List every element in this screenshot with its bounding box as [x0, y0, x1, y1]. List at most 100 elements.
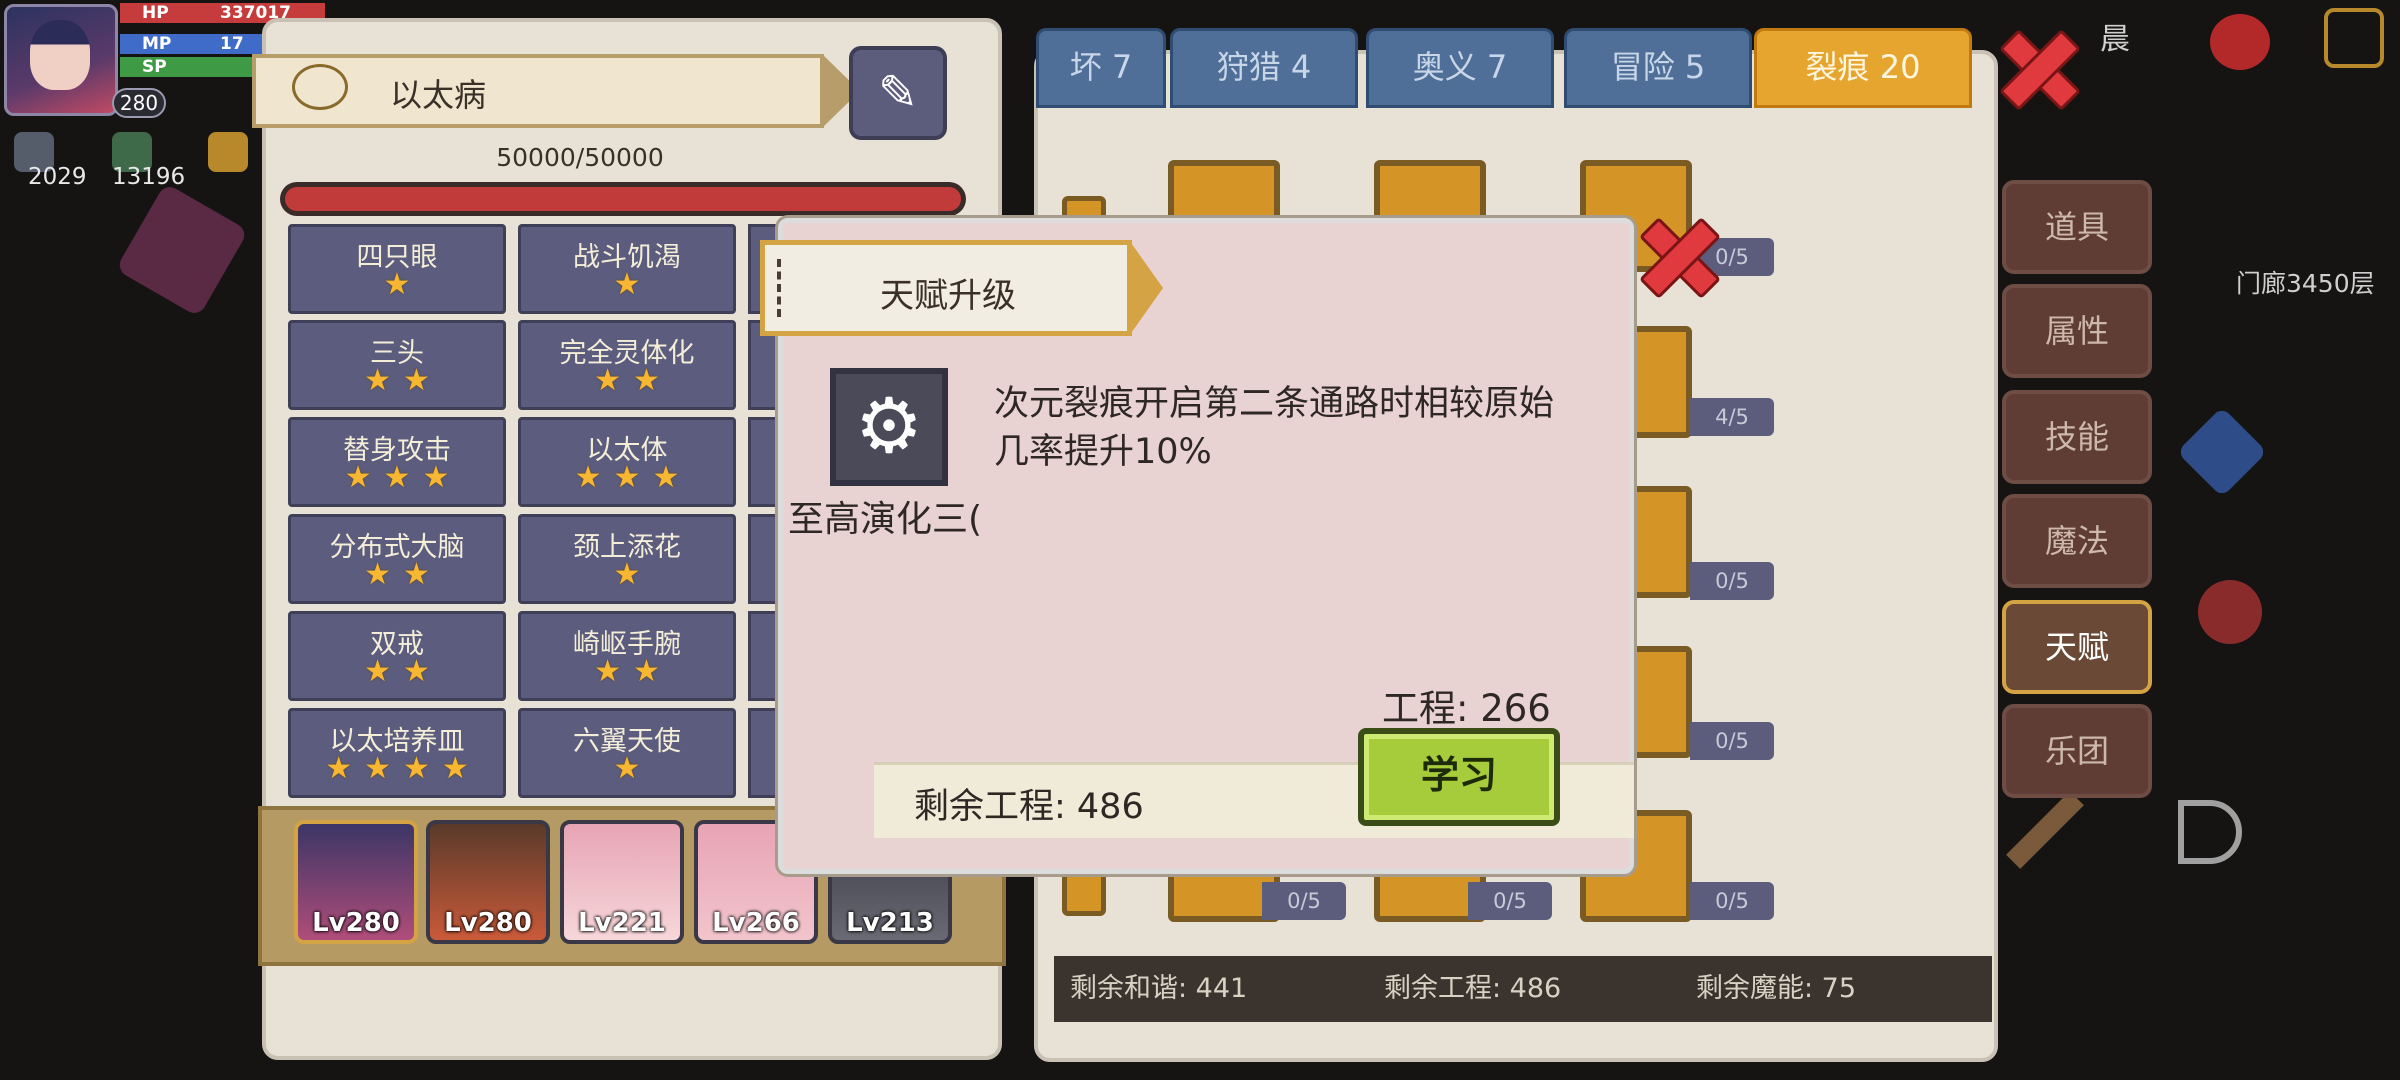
resource-1-value: 2029	[28, 164, 87, 190]
gear-icon: ⚙	[830, 368, 948, 486]
tab-arcane[interactable]: 奥义 7	[1366, 28, 1554, 108]
wind-icon	[292, 64, 348, 110]
tab-hunt[interactable]: 狩猎 4	[1170, 28, 1358, 108]
talent-stars: ★★	[364, 363, 442, 398]
team-member-level: Lv221	[578, 908, 666, 938]
skill-name: 至高演化三(	[788, 499, 983, 540]
team-member-level: Lv266	[712, 908, 800, 938]
resource-status-bar: 剩余和谐: 441 剩余工程: 486 剩余魔能: 75	[1054, 956, 1992, 1022]
demon-icon[interactable]	[2198, 580, 2262, 644]
talent-stars: ★★	[594, 654, 672, 689]
node-count: 4/5	[1690, 398, 1774, 436]
talent-cell-partial[interactable]	[748, 514, 778, 604]
team-member[interactable]: Lv280	[294, 820, 418, 944]
menu-attributes[interactable]: 属性	[2002, 284, 2152, 378]
menu-band[interactable]: 乐团	[2002, 704, 2152, 798]
talent-name: 颈上添花	[573, 532, 681, 563]
avatar-face	[30, 20, 90, 90]
talent-cell[interactable]: 以太培养皿 ★★★★	[288, 708, 506, 798]
talent-name: 替身攻击	[343, 435, 451, 466]
team-member-level: Lv280	[444, 908, 532, 938]
flame-icon[interactable]	[2176, 406, 2268, 498]
team-member[interactable]: Lv221	[560, 820, 684, 944]
menu-skills[interactable]: 技能	[2002, 390, 2152, 484]
talent-name: 崎岖手腕	[573, 629, 681, 660]
dialog-title: 天赋升级	[880, 276, 1016, 316]
talent-stars: ★★★	[574, 460, 692, 495]
menu-items[interactable]: 道具	[2002, 180, 2152, 274]
talent-name: 双戒	[370, 629, 424, 660]
resource-2-value: 13196	[112, 164, 186, 190]
node-count: 0/5	[1262, 882, 1346, 920]
talent-name: 战斗饥渴	[573, 242, 681, 273]
talent-cell-partial[interactable]	[748, 417, 778, 507]
remaining-magic: 剩余魔能: 75	[1696, 973, 1857, 1004]
bow-icon[interactable]	[2178, 800, 2242, 864]
talent-cell[interactable]: 崎岖手腕 ★★	[518, 611, 736, 701]
talent-stars: ★	[613, 557, 653, 592]
talent-cell[interactable]: 颈上添花 ★	[518, 514, 736, 604]
hp-label: HP	[142, 3, 169, 23]
sp-label: SP	[142, 57, 167, 77]
talent-cell-partial[interactable]	[748, 708, 778, 798]
skill-description: 次元裂痕开启第二条通路时相较原始几率提升10%	[994, 384, 1555, 472]
team-member-level: Lv213	[846, 908, 934, 938]
player-level: 280	[112, 88, 166, 118]
upgrade-cost: 工程: 266	[1382, 687, 1551, 730]
node-count: 0/5	[1690, 722, 1774, 760]
talent-stars: ★	[613, 267, 653, 302]
close-dialog-icon[interactable]	[1640, 218, 1714, 292]
talent-name: 四只眼	[356, 242, 438, 273]
menu-magic[interactable]: 魔法	[2002, 494, 2152, 588]
disease-progress-fill	[285, 187, 961, 211]
talent-cell[interactable]: 六翼天使 ★	[518, 708, 736, 798]
talent-name: 以太体	[586, 435, 668, 466]
talent-cell[interactable]: 双戒 ★★	[288, 611, 506, 701]
mp-label: MP	[142, 34, 172, 54]
remaining-engineering: 剩余工程: 486	[1384, 973, 1562, 1004]
team-member[interactable]: Lv280	[426, 820, 550, 944]
hex-badge-icon	[115, 182, 249, 318]
tab-destroy[interactable]: 坏 7	[1036, 28, 1166, 108]
talent-stars: ★★	[364, 654, 442, 689]
close-panel-icon[interactable]	[2000, 30, 2074, 104]
menu-talents[interactable]: 天赋	[2002, 600, 2152, 694]
talent-stars: ★★	[594, 363, 672, 398]
talent-stars: ★★	[364, 557, 442, 592]
talent-stars: ★★★★	[325, 751, 481, 786]
talent-cell[interactable]: 完全灵体化 ★★	[518, 320, 736, 410]
talent-name: 三头	[370, 338, 424, 369]
talent-name: 完全灵体化	[559, 338, 695, 369]
time-text: 晨	[2100, 22, 2130, 57]
disease-progress-bar	[280, 182, 966, 216]
node-count: 0/5	[1690, 562, 1774, 600]
disease-progress-text: 50000/50000	[496, 143, 664, 172]
talent-cell-partial[interactable]	[748, 611, 778, 701]
mp-value: 17	[220, 34, 244, 54]
coin-icon	[208, 132, 248, 172]
talent-name: 分布式大脑	[329, 532, 465, 563]
syringe-button[interactable]: ✎	[849, 46, 947, 140]
node-count: 0/5	[1468, 882, 1552, 920]
learn-button[interactable]: 学习	[1358, 728, 1560, 826]
talent-cell[interactable]: 四只眼 ★	[288, 224, 506, 314]
talent-name: 六翼天使	[573, 726, 681, 757]
team-member-level: Lv280	[312, 908, 400, 938]
tab-adventure[interactable]: 冒险 5	[1564, 28, 1752, 108]
talent-cell[interactable]: 替身攻击 ★★★	[288, 417, 506, 507]
node-count: 0/5	[1690, 882, 1774, 920]
globe-icon[interactable]	[2210, 14, 2270, 70]
talent-cell[interactable]: 三头 ★★	[288, 320, 506, 410]
disease-title: 以太病	[390, 76, 487, 114]
talent-cell[interactable]: 战斗饥渴 ★	[518, 224, 736, 314]
talent-stars: ★	[613, 751, 653, 786]
floor-text: 门廊3450层	[2236, 269, 2375, 298]
talent-cell[interactable]: 以太体 ★★★	[518, 417, 736, 507]
talent-name: 以太培养皿	[329, 726, 465, 757]
remaining-engineering-text: 剩余工程: 486	[914, 787, 1144, 827]
exit-icon[interactable]	[2324, 8, 2384, 68]
talent-cell[interactable]: 分布式大脑 ★★	[288, 514, 506, 604]
talent-stars: ★★★	[344, 460, 462, 495]
talent-stars: ★	[383, 267, 423, 302]
tab-rift[interactable]: 裂痕 20	[1754, 28, 1972, 108]
